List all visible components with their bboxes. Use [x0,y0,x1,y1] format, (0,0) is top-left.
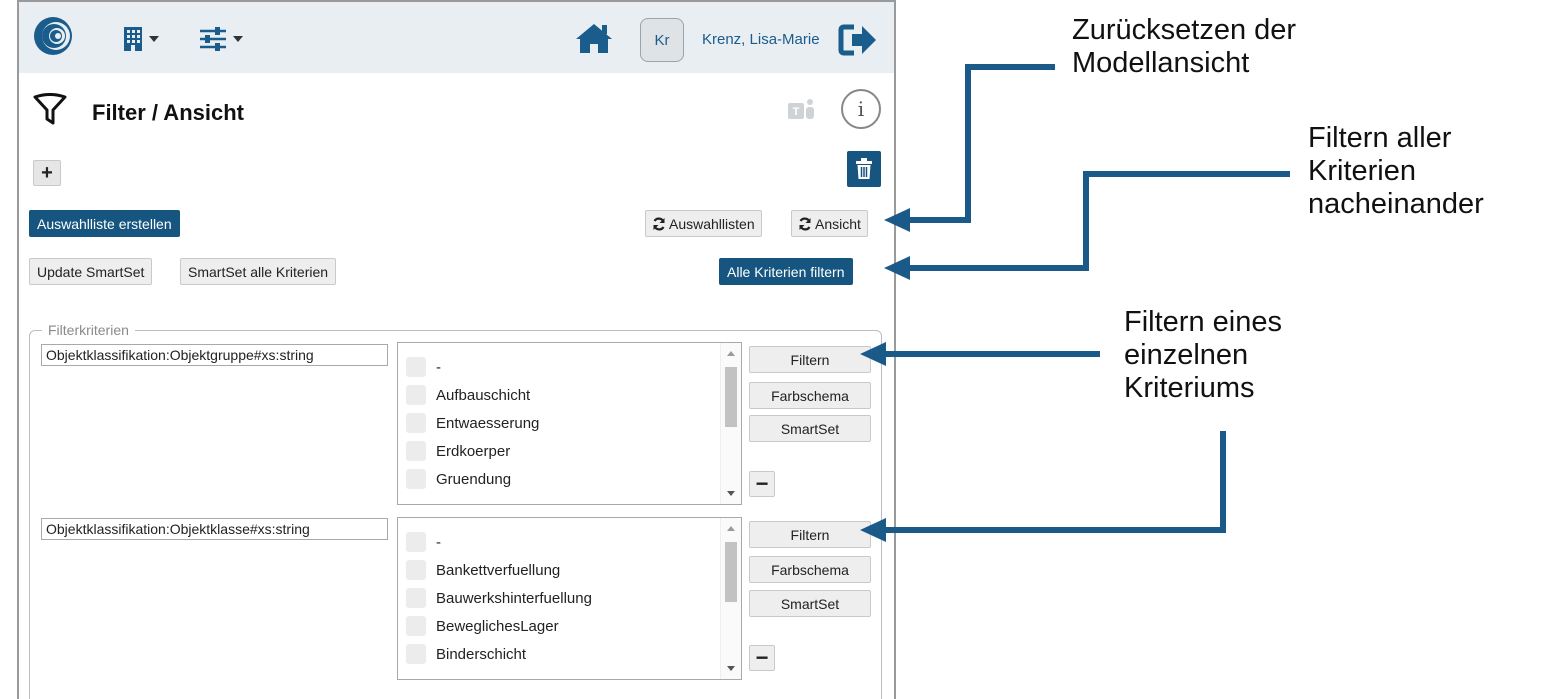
filter-single-arrowhead-1 [860,342,886,366]
filter-all-arrowhead [884,256,910,280]
annotation-line: Kriteriums [1124,372,1255,404]
annotation-line: Kriterien [1308,155,1416,187]
reset-view-arrowhead [884,208,910,232]
annotation-line: nacheinander [1308,188,1484,220]
annotation-filter-all: Filtern aller Kriterien nacheinander [1308,122,1484,221]
annotation-filter-single: Filtern eines einzelnen Kriteriums [1124,306,1282,405]
annotation-line: Modellansicht [1072,47,1250,79]
annotation-line: Filtern eines [1124,306,1282,338]
reset-view-arrow-line [905,64,1055,223]
filter-single-arrow-line-2 [880,431,1226,533]
annotation-line: einzelnen [1124,339,1249,371]
filter-single-arrowhead-2 [860,518,886,542]
annotation-arrows [860,64,1290,542]
annotation-line: Filtern aller [1308,122,1452,154]
annotation-line: Zurücksetzen der [1072,14,1297,46]
annotation-reset-view: Zurücksetzen der Modellansicht [1072,14,1296,80]
